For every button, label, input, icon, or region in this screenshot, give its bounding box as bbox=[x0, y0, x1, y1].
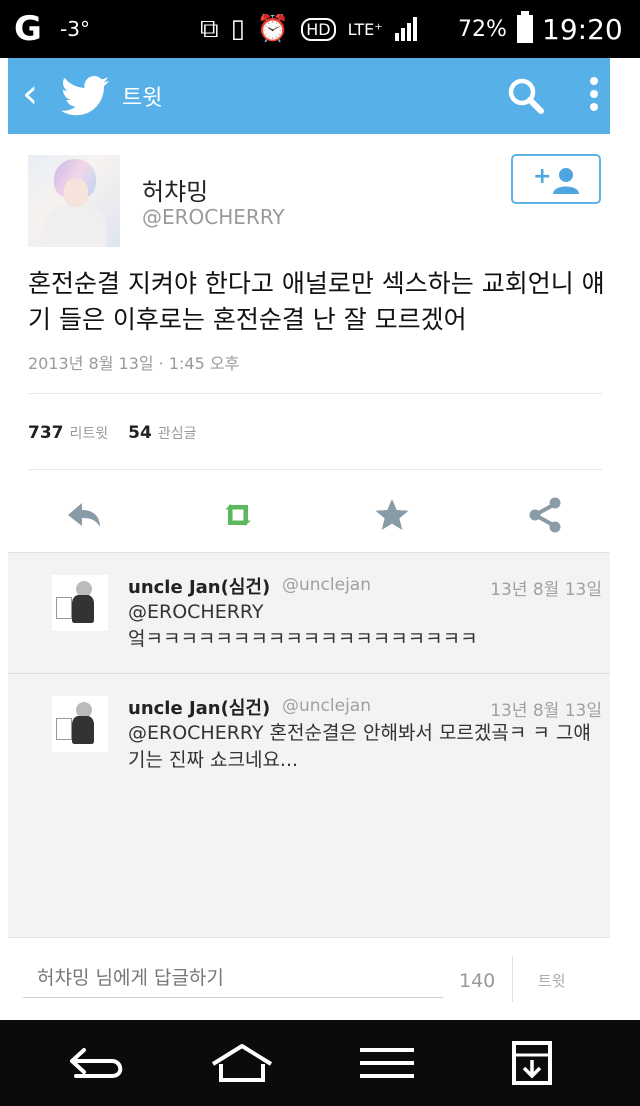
tweet-send-button[interactable]: 트윗 bbox=[538, 970, 566, 991]
reply-item[interactable]: uncle Jan(심건) @unclejan 13년 8월 13일 @EROC… bbox=[8, 673, 610, 794]
divider bbox=[28, 393, 602, 394]
battery-percent: 72% bbox=[458, 16, 507, 42]
signal-icon bbox=[394, 17, 417, 41]
twitter-bird-icon[interactable] bbox=[60, 76, 110, 116]
retweet-count[interactable]: 737 bbox=[28, 423, 64, 443]
appbar-title: 트윗 bbox=[122, 86, 163, 111]
overflow-menu-icon[interactable] bbox=[588, 72, 600, 120]
app-bar: ‹ 트윗 bbox=[8, 58, 610, 134]
tweet-stats: 737 리트윗 54 관심글 bbox=[28, 423, 210, 443]
divider bbox=[512, 956, 513, 1002]
reply-input[interactable] bbox=[23, 958, 443, 998]
tweet-timestamp: 2013년 8월 13일 · 1:45 오후 bbox=[28, 354, 240, 373]
system-nav-bar bbox=[0, 1020, 640, 1106]
retweet-label[interactable]: 리트윗 bbox=[70, 423, 109, 443]
tweet-text: 혼전순결 지켜야 한다고 애널로만 섹스하는 교회언니 얘기 들은 이후로는 혼… bbox=[28, 269, 605, 334]
favorite-label[interactable]: 관심글 bbox=[158, 423, 197, 443]
home-nav-icon[interactable] bbox=[207, 1040, 277, 1086]
search-icon[interactable] bbox=[506, 76, 546, 116]
phone-screen: G -3° ⧉ ▯ ⏰ HD LTE⁺ 72% 19:20 ‹ 트윗 허챠밍 @… bbox=[0, 0, 640, 1106]
reply-text: @EROCHERRY 혼전순결은 안해봐서 모르겠곸ㅋ ㅋ 그얘기는 진짜 쇼크… bbox=[128, 722, 591, 771]
alarm-icon: ⏰ bbox=[256, 14, 290, 44]
share-icon[interactable] bbox=[525, 495, 565, 535]
author-avatar[interactable] bbox=[28, 155, 120, 247]
back-arrow-icon[interactable]: ‹ bbox=[22, 72, 38, 116]
back-nav-icon[interactable] bbox=[62, 1040, 132, 1086]
reply-author-handle[interactable]: @unclejan bbox=[282, 575, 371, 595]
vibrate-icon: ▯ bbox=[230, 14, 245, 44]
reply-author-handle[interactable]: @unclejan bbox=[282, 696, 371, 716]
status-bar: G -3° ⧉ ▯ ⏰ HD LTE⁺ 72% 19:20 bbox=[0, 0, 640, 58]
network-type: LTE⁺ bbox=[347, 19, 383, 39]
reply-compose-bar: 140 트윗 bbox=[8, 937, 610, 1020]
reply-avatar[interactable] bbox=[52, 696, 108, 752]
follow-button[interactable]: + bbox=[511, 154, 601, 204]
reply-avatar[interactable] bbox=[52, 575, 108, 631]
reply-item[interactable]: uncle Jan(심건) @unclejan 13년 8월 13일 @EROC… bbox=[8, 553, 610, 673]
author-name[interactable]: 허챠밍 bbox=[142, 172, 208, 207]
favorite-star-icon[interactable] bbox=[372, 495, 412, 535]
reply-author-name[interactable]: uncle Jan(심건) bbox=[128, 694, 270, 720]
status-icons: ⧉ ▯ ⏰ HD LTE⁺ bbox=[200, 8, 417, 50]
menu-nav-icon[interactable] bbox=[352, 1040, 422, 1086]
hd-voice-icon: HD bbox=[301, 17, 336, 41]
follow-plus: + bbox=[533, 164, 552, 189]
clock: 19:20 bbox=[542, 12, 623, 46]
reply-date: 13년 8월 13일 bbox=[490, 701, 602, 721]
reply-text: @EROCHERRY 엌ㅋㅋㅋㅋㅋㅋㅋㅋㅋㅋㅋㅋㅋㅋㅋㅋㅋㅋㅋ bbox=[128, 601, 478, 650]
reply-list: uncle Jan(심건) @unclejan 13년 8월 13일 @EROC… bbox=[8, 552, 610, 938]
battery-level: 72% bbox=[458, 8, 533, 50]
temperature: -3° bbox=[60, 17, 90, 41]
reply-author-name[interactable]: uncle Jan(심건) bbox=[128, 573, 270, 599]
carrier-logo: G bbox=[14, 9, 42, 49]
battery-icon bbox=[516, 11, 533, 43]
reply-icon[interactable] bbox=[64, 495, 104, 535]
screen-mirror-icon: ⧉ bbox=[200, 13, 219, 44]
retweet-icon[interactable] bbox=[218, 495, 258, 535]
divider bbox=[28, 469, 602, 470]
char-counter: 140 bbox=[459, 970, 496, 992]
reply-date: 13년 8월 13일 bbox=[490, 580, 602, 600]
author-handle[interactable]: @EROCHERRY bbox=[142, 205, 285, 229]
favorite-count[interactable]: 54 bbox=[128, 423, 152, 443]
notification-tray-icon[interactable] bbox=[497, 1040, 567, 1086]
follow-user-icon bbox=[553, 168, 579, 194]
